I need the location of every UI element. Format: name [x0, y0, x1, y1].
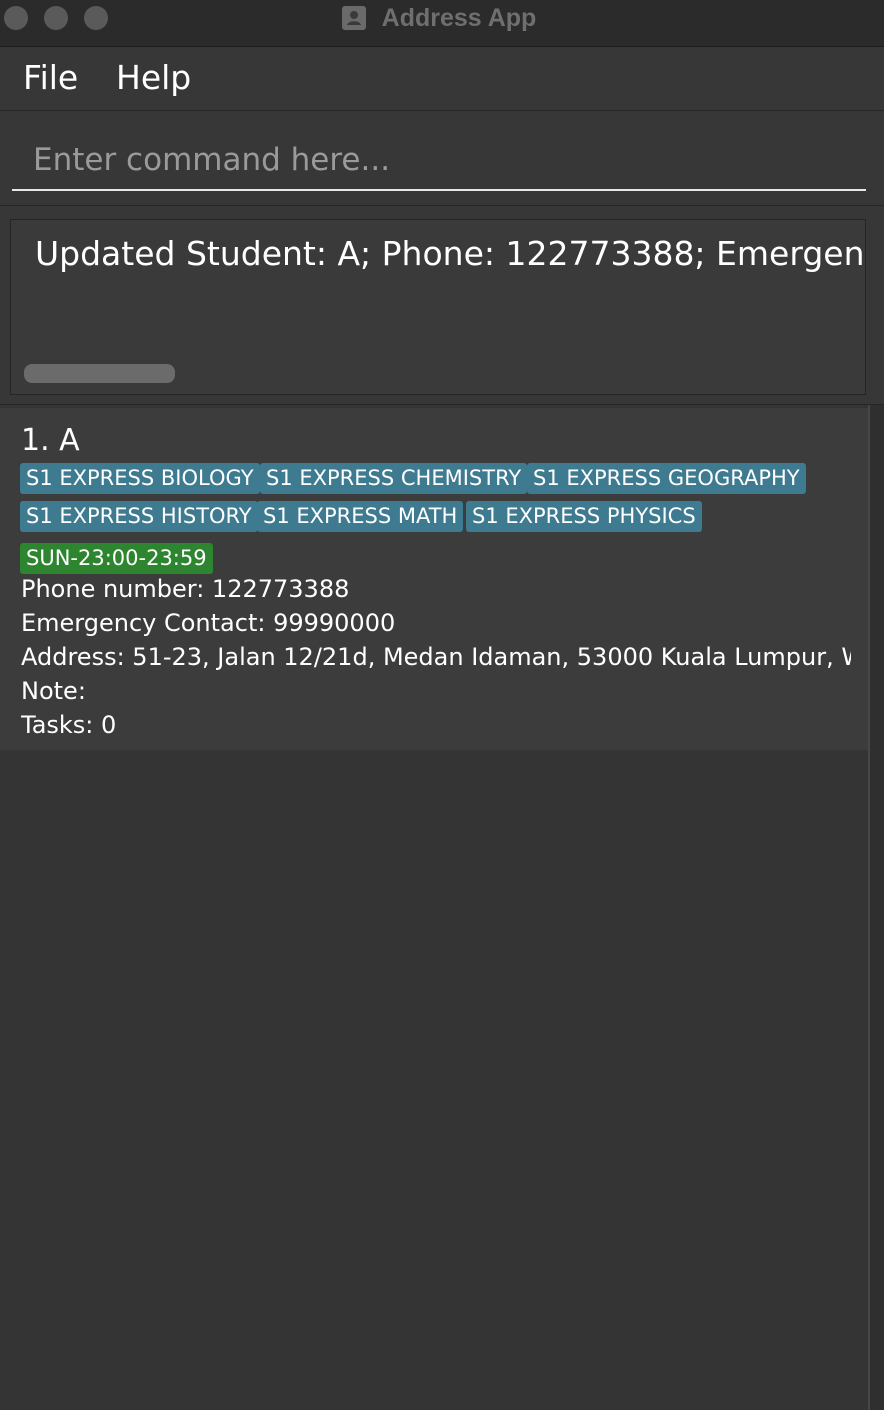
result-display-area: Updated Student: A; Phone: 122773388; Em… [0, 206, 884, 405]
address-book-icon [341, 6, 366, 30]
command-box-area [0, 111, 884, 206]
result-message: Updated Student: A; Phone: 122773388; Em… [35, 234, 865, 273]
title-group: Address App [0, 2, 884, 34]
command-input[interactable] [12, 131, 866, 191]
window-title: Address App [381, 3, 537, 32]
tasks-count: Tasks: 0 [21, 711, 117, 739]
subject-tag: S1 EXPRESS GEOGRAPHY [527, 463, 806, 494]
menu-bar: File Help [0, 47, 884, 111]
student-card[interactable]: 1. A S1 EXPRESS BIOLOGY S1 EXPRESS CHEMI… [0, 408, 868, 750]
phone-number: Phone number: 122773388 [21, 575, 350, 603]
student-name: 1. A [21, 423, 80, 458]
subject-tag: S1 EXPRESS CHEMISTRY [260, 463, 528, 494]
note: Note: [21, 677, 86, 705]
subject-tag: S1 EXPRESS MATH [257, 501, 464, 532]
subject-tag: S1 EXPRESS BIOLOGY [20, 463, 260, 494]
horizontal-scrollbar[interactable] [24, 364, 175, 383]
student-list[interactable]: 1. A S1 EXPRESS BIOLOGY S1 EXPRESS CHEMI… [0, 405, 870, 1410]
menu-file[interactable]: File [23, 59, 78, 97]
result-display[interactable]: Updated Student: A; Phone: 122773388; Em… [10, 219, 866, 395]
title-bar: Address App [0, 0, 884, 47]
subject-tag: S1 EXPRESS HISTORY [20, 501, 258, 532]
schedule-tag: SUN-23:00-23:59 [20, 543, 213, 574]
emergency-contact: Emergency Contact: 99990000 [21, 609, 396, 637]
student-list-panel: 1. A S1 EXPRESS BIOLOGY S1 EXPRESS CHEMI… [0, 405, 884, 1410]
subject-tag: S1 EXPRESS PHYSICS [466, 501, 702, 532]
menu-help[interactable]: Help [116, 59, 191, 97]
app-window: Address App File Help Updated Student: A… [0, 0, 884, 1410]
address: Address: 51-23, Jalan 12/21d, Medan Idam… [21, 643, 851, 671]
